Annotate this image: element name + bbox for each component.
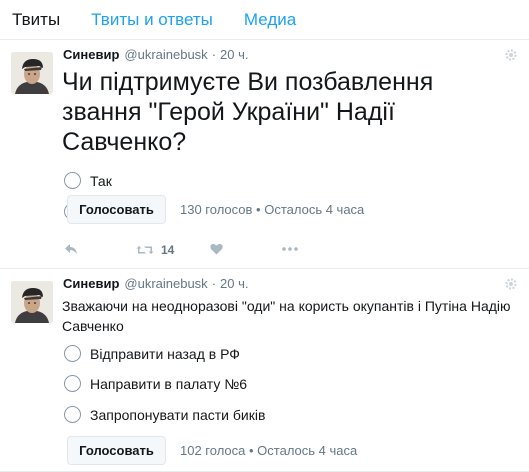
more-button[interactable] <box>282 243 298 255</box>
reply-icon <box>65 244 77 254</box>
tab-tweets[interactable]: Твиты <box>12 10 60 30</box>
author-handle[interactable]: @ukrainebusk <box>124 276 207 291</box>
poll-option[interactable]: Направити в палату №6 <box>64 375 247 392</box>
radio-button[interactable] <box>64 345 81 362</box>
poll-meta: 102 голоса • Осталось 4 часа <box>180 443 358 458</box>
more-icon <box>282 247 298 251</box>
vote-button[interactable]: Голосовать <box>67 436 166 465</box>
author-handle[interactable]: @ukrainebusk <box>124 47 207 62</box>
timestamp[interactable]: 20 ч. <box>220 47 248 62</box>
radio-button[interactable] <box>64 406 81 423</box>
radio-button[interactable] <box>64 172 81 189</box>
poll-option[interactable]: Так <box>64 172 112 189</box>
tweet-1[interactable]: Синевир @ukrainebusk · 20 ч. Чи підтриму… <box>0 40 529 269</box>
author-name[interactable]: Синевир <box>63 47 119 62</box>
tweet-header: Синевир @ukrainebusk · 20 ч. <box>63 276 249 291</box>
vote-button[interactable]: Голосовать <box>67 195 166 224</box>
like-icon <box>210 243 223 255</box>
tab-tweets-and-replies[interactable]: Твиты и ответы <box>91 10 213 30</box>
poll-option-label: Відправити назад в РФ <box>90 345 240 362</box>
author-name[interactable]: Синевир <box>63 276 119 291</box>
retweet-button[interactable]: 14 <box>136 243 174 257</box>
profile-tabs: Твиты Твиты и ответы Медиа <box>0 0 529 40</box>
avatar-image <box>11 281 53 323</box>
separator: · <box>211 47 217 62</box>
retweet-count: 14 <box>161 243 175 257</box>
poll-option-label: Так <box>90 172 112 189</box>
retweet-icon <box>136 246 154 254</box>
tweet-header: Синевир @ukrainebusk · 20 ч. <box>63 47 249 62</box>
tab-media[interactable]: Медиа <box>244 10 296 30</box>
gear-icon[interactable] <box>505 49 517 61</box>
poll-option[interactable]: Відправити назад в РФ <box>64 345 240 362</box>
avatar[interactable] <box>11 281 53 323</box>
tweet-text: Чи підтримуєте Ви позбавлення звання "Ге… <box>62 68 434 156</box>
poll-option-label: Запропонувати пасти биків <box>90 406 266 423</box>
avatar-image <box>11 52 53 94</box>
gear-icon[interactable] <box>505 278 517 290</box>
timestamp[interactable]: 20 ч. <box>220 276 248 291</box>
like-button[interactable] <box>210 243 223 255</box>
poll-option[interactable]: Запропонувати пасти биків <box>64 406 265 423</box>
tweet-text: Зважаючи на неодноразові "оди" на корист… <box>62 298 511 334</box>
tweet-2[interactable]: Синевир @ukrainebusk · 20 ч. Зважаючи на… <box>0 269 529 472</box>
tweet-actions: 14 <box>64 243 304 259</box>
poll-meta: 130 голосов • Осталось 4 часа <box>180 202 365 217</box>
reply-button[interactable] <box>64 243 78 255</box>
avatar[interactable] <box>11 52 53 94</box>
radio-button[interactable] <box>64 375 81 392</box>
separator: · <box>211 276 217 291</box>
poll-option-label: Направити в палату №6 <box>90 375 248 392</box>
